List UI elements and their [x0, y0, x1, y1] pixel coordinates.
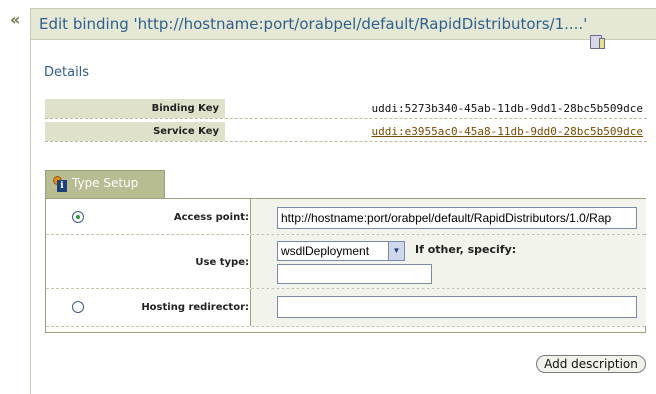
tab-type-setup-label: Type Setup	[72, 176, 139, 190]
use-type-select[interactable]: wsdlDeployment ▼	[277, 241, 405, 261]
chevron-down-icon[interactable]: ▼	[388, 242, 404, 260]
use-type-selected-value: wsdlDeployment	[281, 244, 370, 258]
hosting-redirector-input[interactable]	[277, 296, 637, 318]
title-bar: Edit binding 'http://hostname:port/orabp…	[31, 8, 656, 40]
service-key-row: Service Key uddi:e3955ac0-45a8-11db-9dd0…	[45, 122, 647, 142]
back-button[interactable]: «	[10, 10, 20, 29]
binding-key-value: uddi:5273b340-45ab-11db-9dd1-28bc5b509dc…	[371, 102, 643, 115]
service-key-label: Service Key	[45, 122, 225, 141]
hosting-redirector-cell	[250, 289, 646, 326]
access-point-cell: http://hostname:port/orabpel/default/Rap…	[250, 199, 646, 234]
type-setup-panel: Access point: http://hostname:port/orabp…	[45, 198, 646, 333]
other-type-input[interactable]	[277, 264, 432, 284]
tab-type-setup[interactable]: i Type Setup	[45, 170, 165, 198]
access-point-input[interactable]: http://hostname:port/orabpel/default/Rap…	[277, 207, 637, 229]
binding-key-label: Binding Key	[45, 99, 225, 118]
access-point-row: Access point: http://hostname:port/orabp…	[46, 199, 646, 235]
document-icon[interactable]	[590, 35, 605, 49]
info-settings-icon: i	[53, 176, 67, 192]
add-description-button[interactable]: Add description	[536, 355, 646, 373]
hosting-redirector-row: Hosting redirector:	[46, 289, 646, 327]
use-type-row: Use type: wsdlDeployment ▼ If other, spe…	[46, 235, 646, 289]
service-key-link[interactable]: uddi:e3955ac0-45a8-11db-9dd0-28bc5b509dc…	[371, 122, 643, 141]
keys-table: Binding Key uddi:5273b340-45ab-11db-9dd1…	[45, 99, 647, 145]
page-title: Edit binding 'http://hostname:port/orabp…	[39, 15, 588, 33]
details-heading: Details	[44, 65, 90, 80]
use-type-label: Use type:	[195, 257, 249, 268]
hosting-redirector-label: Hosting redirector:	[141, 302, 249, 313]
use-type-cell: wsdlDeployment ▼ If other, specify:	[250, 235, 646, 288]
if-other-label: If other, specify:	[415, 243, 517, 256]
access-point-label: Access point:	[173, 212, 249, 223]
binding-key-row: Binding Key uddi:5273b340-45ab-11db-9dd1…	[45, 99, 647, 119]
